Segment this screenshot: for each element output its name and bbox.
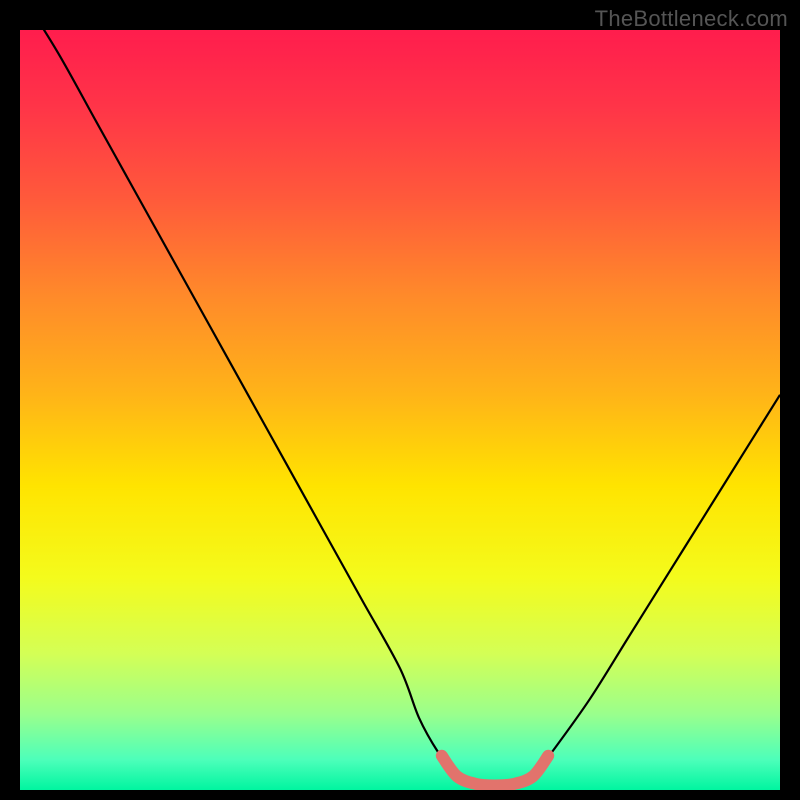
chart-stage: TheBottleneck.com xyxy=(0,0,800,800)
gradient-background xyxy=(20,30,780,790)
chart-plot-area xyxy=(20,30,780,790)
watermark-text: TheBottleneck.com xyxy=(595,6,788,32)
chart-svg xyxy=(20,30,780,790)
